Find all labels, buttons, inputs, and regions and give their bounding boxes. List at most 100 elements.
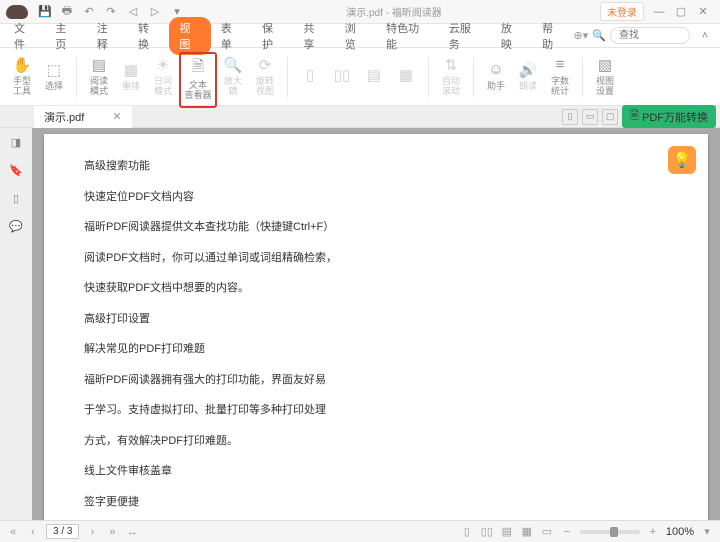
magnifier-button[interactable]: 🔍放大镜 <box>217 52 249 100</box>
tabview3-icon[interactable]: ▢ <box>602 109 618 125</box>
doc-line: 福昕PDF阅读器拥有强大的打印功能，界面友好易 <box>84 372 668 389</box>
text-viewer-highlight: 🗎文本查看器 <box>179 52 217 108</box>
doc-line: 线上文件审核盖章 <box>84 463 668 480</box>
tabview1-icon[interactable]: ▯ <box>562 109 578 125</box>
menu-comment[interactable]: 注释 <box>87 16 128 56</box>
document-tab[interactable]: 演示.pdf ✕ <box>34 106 132 128</box>
menu-share[interactable]: 共享 <box>293 16 334 56</box>
layout3-icon: ▤ <box>364 65 384 85</box>
menu-feature[interactable]: 特色功能 <box>376 16 439 56</box>
view-mode4-icon[interactable]: ▦ <box>520 525 534 539</box>
layout1-button[interactable]: ▯ <box>294 52 326 100</box>
tab-title: 演示.pdf <box>44 109 84 125</box>
night-mode-button[interactable]: ☀日间模式 <box>147 52 179 100</box>
settings-icon: ▧ <box>595 55 615 75</box>
hand-icon: ✋ <box>12 55 32 75</box>
status-bar: « ‹ 3 / 3 › » ↔ ▯ ▯▯ ▤ ▦ ▭ − + 100% ▾ <box>0 520 720 542</box>
zoom-in-icon[interactable]: + <box>646 525 660 539</box>
layout4-button[interactable]: ▦ <box>390 52 422 100</box>
read-mode-button[interactable]: ▤阅读模式 <box>83 52 115 100</box>
layout-icon: ▯ <box>300 65 320 85</box>
pages-icon[interactable]: ▯ <box>8 190 24 206</box>
menu-protect[interactable]: 保护 <box>252 16 293 56</box>
layout2-button[interactable]: ▯▯ <box>326 52 358 100</box>
page-view[interactable]: 💡 高级搜索功能 快速定位PDF文档内容 福昕PDF阅读器提供文本查找功能（快捷… <box>32 128 720 520</box>
hand-tool-button[interactable]: ✋手型工具 <box>6 52 38 100</box>
tabview2-icon[interactable]: ▭ <box>582 109 598 125</box>
tell-me-icon[interactable]: ⊕▾ <box>574 29 589 42</box>
doc-line: 解决常见的PDF打印难题 <box>84 341 668 358</box>
sun-icon: ☀ <box>153 55 173 75</box>
doc-line: 签字更便捷 <box>84 494 668 511</box>
menu-full[interactable]: 放映 <box>491 16 532 56</box>
rearrange-icon: ▦ <box>121 60 141 80</box>
tip-bulb-icon[interactable]: 💡 <box>668 146 696 174</box>
word-count-button[interactable]: ≡字数统计 <box>544 52 576 100</box>
scroll-icon: ⇅ <box>441 55 461 75</box>
menu-form[interactable]: 表单 <box>211 16 252 56</box>
select-button[interactable]: ⬚选择 <box>38 52 70 100</box>
menu-bar: 文件 主页 注释 转换 视图 表单 保护 共享 浏览 特色功能 云服务 放映 帮… <box>0 24 720 48</box>
close-icon[interactable]: ✕ <box>695 4 711 20</box>
ribbon: ✋手型工具 ⬚选择 ▤阅读模式 ▦重排 ☀日间模式 🗎文本查看器 🔍放大镜 ⟳旋… <box>0 48 720 106</box>
doc-line: 方式，有效解决PDF打印难题。 <box>84 433 668 450</box>
assistant-icon: ☺ <box>486 60 506 80</box>
tab-close-icon[interactable]: ✕ <box>112 110 121 123</box>
work-area: ◨ 🔖 ▯ 💬 💡 高级搜索功能 快速定位PDF文档内容 福昕PDF阅读器提供文… <box>0 128 720 520</box>
doc-line: 高级搜索功能 <box>84 158 668 175</box>
menu-cloud[interactable]: 云服务 <box>439 16 491 56</box>
minimize-icon[interactable]: — <box>651 4 667 20</box>
magnifier-icon: 🔍 <box>223 55 243 75</box>
doc-line: 福昕PDF阅读器提供文本查找功能（快捷键Ctrl+F） <box>84 219 668 236</box>
view-settings-button[interactable]: ▧视图设置 <box>589 52 621 100</box>
view-mode2-icon[interactable]: ▯▯ <box>480 525 494 539</box>
zoom-level[interactable]: 100% <box>666 526 694 538</box>
nav-pane-icon[interactable]: ◨ <box>8 134 24 150</box>
maximize-icon[interactable]: ▢ <box>673 4 689 20</box>
zoom-slider[interactable] <box>580 530 640 534</box>
zoom-out-icon[interactable]: − <box>560 525 574 539</box>
auto-scroll-button[interactable]: ⇅自动滚动 <box>435 52 467 100</box>
view-mode3-icon[interactable]: ▤ <box>500 525 514 539</box>
next-page-icon[interactable]: › <box>85 525 99 539</box>
menu-home[interactable]: 主页 <box>45 16 86 56</box>
rotate-icon: ⟳ <box>255 55 275 75</box>
layout4-icon: ▦ <box>396 65 416 85</box>
doc-line: 阅读PDF文档时，你可以通过单词或词组精确检索， <box>84 250 668 267</box>
menu-file[interactable]: 文件 <box>4 16 45 56</box>
bookmark-icon[interactable]: 🔖 <box>8 162 24 178</box>
page-content: 💡 高级搜索功能 快速定位PDF文档内容 福昕PDF阅读器提供文本查找功能（快捷… <box>44 134 708 520</box>
fit-icon[interactable]: ↔ <box>125 525 139 539</box>
doc-line: 快速定位PDF文档内容 <box>84 189 668 206</box>
menu-browse[interactable]: 浏览 <box>335 16 376 56</box>
view-mode5-icon[interactable]: ▭ <box>540 525 554 539</box>
prev-page-icon[interactable]: ‹ <box>26 525 40 539</box>
view-mode1-icon[interactable]: ▯ <box>460 525 474 539</box>
first-page-icon[interactable]: « <box>6 525 20 539</box>
rotate-button[interactable]: ⟳旋转视图 <box>249 52 281 100</box>
menu-help[interactable]: 帮助 <box>532 16 573 56</box>
rearrange-button[interactable]: ▦重排 <box>115 52 147 100</box>
speaker-icon: 🔊 <box>518 60 538 80</box>
document-tab-bar: 演示.pdf ✕ ▯ ▭ ▢ 🗎PDF万能转换 <box>0 106 720 128</box>
layout2-icon: ▯▯ <box>332 65 352 85</box>
collapse-ribbon-icon[interactable]: ˄ <box>697 28 713 44</box>
zoom-dropdown-icon[interactable]: ▾ <box>700 525 714 539</box>
search-input[interactable] <box>610 27 690 44</box>
cursor-icon: ⬚ <box>44 60 64 80</box>
login-status[interactable]: 未登录 <box>600 2 644 21</box>
page-number[interactable]: 3 / 3 <box>46 524 79 539</box>
search-icon: 🔍 <box>592 29 606 42</box>
read-aloud-button[interactable]: 🔊朗读 <box>512 52 544 100</box>
assistant-button[interactable]: ☺助手 <box>480 52 512 100</box>
doc-line: 快速获取PDF文档中想要的内容。 <box>84 280 668 297</box>
comments-icon[interactable]: 💬 <box>8 218 24 234</box>
last-page-icon[interactable]: » <box>105 525 119 539</box>
text-viewer-button[interactable]: 🗎文本查看器 <box>182 56 214 104</box>
pdf-convert-button[interactable]: 🗎PDF万能转换 <box>622 105 716 128</box>
layout3-button[interactable]: ▤ <box>358 52 390 100</box>
side-toolbar: ◨ 🔖 ▯ 💬 <box>0 128 32 520</box>
document-icon: 🗎 <box>188 59 208 79</box>
menu-convert[interactable]: 转换 <box>128 16 169 56</box>
menu-view[interactable]: 视图 <box>169 17 210 55</box>
